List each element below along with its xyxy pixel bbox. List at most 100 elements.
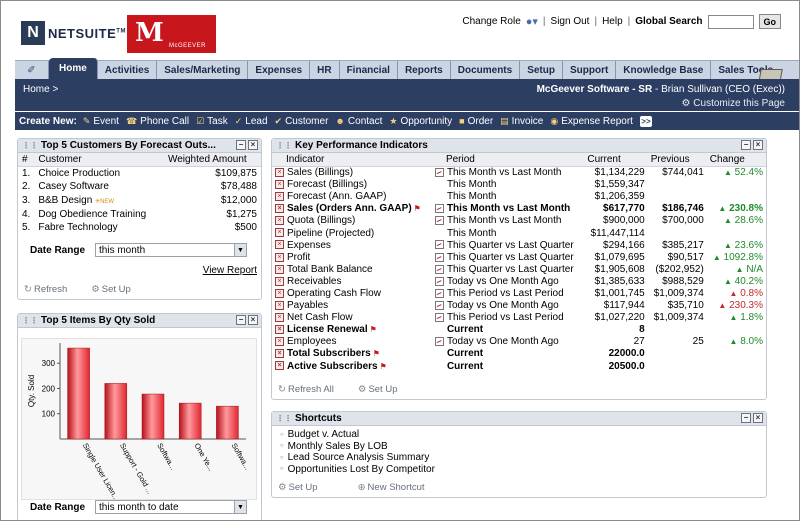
global-search-input[interactable] [707, 14, 754, 29]
kpi-row[interactable]: × Receivables Today vs One Month Ago $1,385… [272, 275, 766, 287]
trend-graph-icon[interactable] [434, 264, 444, 274]
kpi-row[interactable]: × Expenses This Quarter vs Last Quarter $29… [272, 239, 766, 251]
set-up-button[interactable]: ⚙ Set Up [278, 482, 318, 493]
remove-icon[interactable]: × [275, 300, 284, 310]
kpi-row[interactable]: × Total Subscribers ⚑ Current 22000.0 [272, 348, 766, 360]
kpi-row[interactable]: × Payables Today vs One Month Ago $117,944 $… [272, 300, 766, 312]
sign-out-link[interactable]: Sign Out [551, 16, 590, 27]
table-row[interactable]: 3. B&B Design ✳NEW $12,000 [18, 194, 261, 208]
set-up-button[interactable]: ⚙ Set Up [91, 284, 131, 295]
more-create-button[interactable]: >> [639, 115, 652, 127]
create-opportunity[interactable]: ★ Opportunity [389, 116, 452, 127]
create-expense-report[interactable]: ◉ Expense Report [550, 116, 633, 127]
customize-page-link[interactable]: ⚙ Customize this Page [682, 98, 785, 109]
remove-icon[interactable]: × [275, 168, 284, 178]
kpi-row[interactable]: × Active Subscribers ⚑ Current 20500.0 [272, 360, 766, 372]
trend-graph-icon[interactable] [434, 168, 444, 178]
tab-financial[interactable]: Financial [340, 61, 398, 79]
drag-handle-icon[interactable]: ⋮⋮ [22, 141, 38, 150]
new-shortcut-button[interactable]: ⊕ New Shortcut [358, 482, 425, 493]
kpi-row[interactable]: × Forecast (Billings) This Month $1,559,347 [272, 179, 766, 191]
remove-icon[interactable]: × [275, 228, 284, 238]
close-icon[interactable]: × [248, 140, 258, 150]
tab-hr[interactable]: HR [310, 61, 340, 79]
trend-graph-icon[interactable] [434, 216, 444, 226]
set-up-button[interactable]: ⚙ Set Up [358, 384, 398, 395]
create-task[interactable]: ☑ Task [196, 116, 228, 127]
remove-icon[interactable]: × [275, 313, 284, 323]
remove-icon[interactable]: × [275, 288, 284, 298]
portlet-header[interactable]: ⋮⋮ Top 5 Items By Qty Sold − × [18, 314, 261, 328]
kpi-row[interactable]: × Forecast (Ann. GAAP) This Month $1,206,35… [272, 191, 766, 203]
kpi-row[interactable]: × Total Bank Balance This Quarter vs Last … [272, 263, 766, 275]
view-report-link[interactable]: View Report [203, 265, 257, 276]
kpi-row[interactable]: × Sales (Orders Ann. GAAP) ⚑ This Month vs … [272, 203, 766, 215]
people-icon[interactable]: ●▾ [526, 15, 538, 28]
tab-setup[interactable]: Setup [520, 61, 563, 79]
close-icon[interactable]: × [248, 315, 258, 325]
create-lead[interactable]: ✓ Lead [235, 116, 268, 127]
create-customer[interactable]: ✔ Customer [275, 116, 329, 127]
trend-graph-icon[interactable] [434, 240, 444, 250]
kpi-row[interactable]: × Employees Today vs One Month Ago 27 25 ▲ 8.… [272, 336, 766, 348]
netsuite-logo[interactable]: N NETSUITETM [21, 21, 126, 45]
remove-icon[interactable]: × [275, 325, 284, 335]
tab-home[interactable]: Home [49, 58, 98, 79]
remove-icon[interactable]: × [275, 349, 284, 359]
kpi-row[interactable]: × Sales (Billings) This Month vs Last Mont… [272, 167, 766, 179]
remove-icon[interactable]: × [275, 252, 284, 262]
breadcrumb[interactable]: Home > [23, 84, 58, 95]
kpi-row[interactable]: × License Renewal ⚑ Current 8 [272, 324, 766, 336]
tab-reports[interactable]: Reports [398, 61, 451, 79]
table-row[interactable]: 1. Choice Production $109,875 [18, 167, 261, 181]
minimize-icon[interactable]: − [236, 140, 246, 150]
bar[interactable] [178, 402, 202, 440]
close-icon[interactable]: × [753, 140, 763, 150]
trend-graph-icon[interactable] [434, 288, 444, 298]
create-phone-call[interactable]: ☎ Phone Call [126, 116, 189, 127]
table-row[interactable]: 4. Dog Obedience Training $1,275 [18, 207, 261, 221]
refresh-all-button[interactable]: ↻ Refresh All [278, 384, 334, 395]
remove-icon[interactable]: × [275, 276, 284, 286]
kpi-row[interactable]: × Pipeline (Projected) This Month $11,447,1… [272, 227, 766, 239]
portlet-header[interactable]: ⋮⋮ Key Performance Indicators − × [272, 139, 766, 153]
portlet-header[interactable]: ⋮⋮ Shortcuts − × [272, 412, 766, 426]
bar[interactable] [141, 393, 165, 440]
trend-graph-icon[interactable] [434, 337, 444, 347]
kpi-row[interactable]: × Operating Cash Flow This Period vs Last … [272, 287, 766, 299]
trend-graph-icon[interactable] [434, 313, 444, 323]
refresh-button[interactable]: ↻ Refresh [24, 284, 67, 295]
minimize-icon[interactable]: − [741, 140, 751, 150]
create-event[interactable]: ✎ Event [83, 116, 119, 127]
go-button[interactable]: Go [758, 14, 781, 29]
portlet-header[interactable]: ⋮⋮ Top 5 Customers By Forecast Outs... −… [18, 139, 261, 153]
trend-graph-icon[interactable] [434, 300, 444, 310]
help-link[interactable]: Help [602, 16, 623, 27]
minimize-icon[interactable]: − [741, 413, 751, 423]
drag-handle-icon[interactable]: ⋮⋮ [22, 316, 38, 325]
date-range-select[interactable]: this month to date ▼ [95, 500, 248, 514]
table-row[interactable]: 5. Fabre Technology $500 [18, 221, 261, 235]
remove-icon[interactable]: × [275, 204, 284, 214]
tab-activities[interactable]: Activities [98, 61, 158, 79]
drag-handle-icon[interactable]: ⋮⋮ [276, 414, 292, 423]
shortcut-item[interactable]: Opportunities Lost By Competitor [280, 464, 758, 476]
tab-expenses[interactable]: Expenses [248, 61, 311, 79]
trend-graph-icon[interactable] [434, 204, 444, 214]
tab-sales-marketing[interactable]: Sales/Marketing [157, 61, 249, 79]
create-order[interactable]: ■ Order [459, 116, 493, 127]
shortcut-item[interactable]: Lead Source Analysis Summary [280, 452, 758, 464]
drag-handle-icon[interactable]: ⋮⋮ [276, 141, 292, 150]
bar[interactable] [67, 347, 90, 440]
kpi-row[interactable]: × Quota (Billings) This Month vs Last Mont… [272, 215, 766, 227]
change-role-link[interactable]: Change Role [462, 16, 520, 27]
table-row[interactable]: 2. Casey Software $78,488 [18, 180, 261, 194]
remove-icon[interactable]: × [275, 361, 284, 371]
remove-icon[interactable]: × [275, 216, 284, 226]
tab-documents[interactable]: Documents [451, 61, 521, 79]
tab-support[interactable]: Support [563, 61, 617, 79]
bar[interactable] [104, 383, 128, 440]
bar[interactable] [216, 405, 239, 440]
trend-graph-icon[interactable] [434, 276, 444, 286]
shortcut-item[interactable]: Monthly Sales By LOB [280, 441, 758, 453]
